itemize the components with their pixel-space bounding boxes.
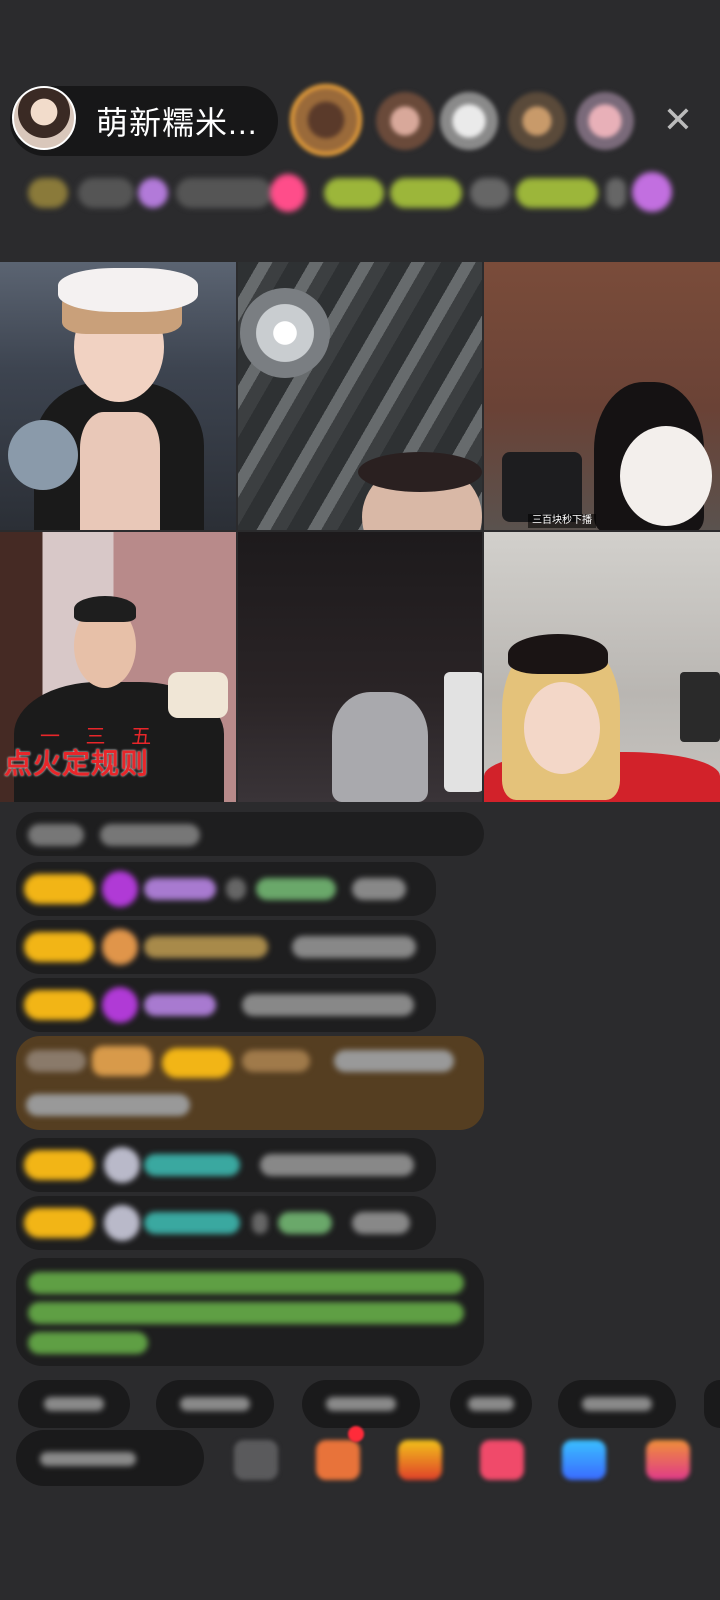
viewer-avatar[interactable]: [376, 92, 434, 150]
rule-text: 点火定规则: [4, 748, 150, 779]
level-badge: [24, 874, 94, 904]
notification-dot: [348, 1426, 364, 1442]
close-icon[interactable]: ✕: [662, 100, 694, 140]
comment-input[interactable]: [16, 1430, 204, 1486]
guest-video-5[interactable]: [238, 532, 482, 802]
game-icon[interactable]: [562, 1440, 606, 1480]
chat-message[interactable]: [16, 920, 436, 974]
microphone-icon: [620, 426, 712, 526]
gem-icon: [102, 871, 138, 907]
heart-gift-icon[interactable]: [480, 1440, 524, 1480]
level-badge: [162, 1048, 232, 1078]
gem-icon: [104, 1147, 140, 1183]
info-chip: [78, 178, 134, 208]
tag-chip: [390, 178, 462, 208]
tag-chip: [470, 178, 510, 208]
gem-icon: [102, 929, 138, 965]
level-badge: [24, 1208, 94, 1238]
chat-message[interactable]: [16, 1196, 436, 1250]
top-viewer-avatar[interactable]: [290, 84, 362, 156]
guest-video-4[interactable]: 一 三 五 点火定规则: [0, 532, 236, 802]
rank-badge: [28, 178, 68, 208]
emoji-icon[interactable]: [234, 1440, 278, 1480]
microphone-icon: [8, 420, 78, 490]
chair-icon: [332, 692, 428, 802]
host-avatar[interactable]: [12, 86, 76, 150]
tile-caption: 三百块秒下播: [528, 514, 596, 528]
more-icon: [632, 172, 672, 212]
chat-message-highlight[interactable]: [16, 1036, 484, 1130]
quick-reply-chip[interactable]: [18, 1380, 130, 1428]
gem-icon: [102, 987, 138, 1023]
chat-message[interactable]: [16, 862, 436, 916]
info-icon: [138, 178, 168, 208]
guest-video-3[interactable]: 三百块秒下播: [484, 262, 720, 530]
chat-message[interactable]: [16, 812, 484, 856]
hot-icon: [270, 174, 306, 212]
viewer-avatar[interactable]: [508, 92, 566, 150]
viewer-avatar[interactable]: [576, 92, 634, 150]
quick-reply-chip[interactable]: [450, 1380, 532, 1428]
chat-message[interactable]: [16, 1138, 436, 1192]
level-badge: [24, 932, 94, 962]
more-gifts-icon[interactable]: [646, 1440, 690, 1480]
quick-reply-chip[interactable]: [302, 1380, 420, 1428]
info-chip: [176, 178, 272, 208]
host-name[interactable]: 萌新糯米...: [96, 98, 258, 144]
room-info-row[interactable]: [20, 170, 690, 216]
tag-chip: [606, 178, 626, 208]
lamp-icon: [240, 288, 330, 378]
quick-reply-chip[interactable]: [156, 1380, 274, 1428]
guest-video-2[interactable]: [238, 262, 482, 530]
treasure-icon[interactable]: [398, 1440, 442, 1480]
guest-video-6[interactable]: [484, 532, 720, 802]
quick-reply-chip[interactable]: [704, 1380, 720, 1428]
tag-chip: [324, 178, 384, 208]
level-badge: [24, 990, 94, 1020]
viewer-avatar[interactable]: [440, 92, 498, 150]
tag-chip: [516, 178, 598, 208]
guest-video-1[interactable]: [0, 262, 236, 530]
gem-icon: [104, 1205, 140, 1241]
chat-message[interactable]: [16, 978, 436, 1032]
quick-reply-chip[interactable]: [558, 1380, 676, 1428]
level-badge: [24, 1150, 94, 1180]
gift-box-icon[interactable]: [316, 1440, 360, 1480]
system-notice: [16, 1258, 484, 1366]
